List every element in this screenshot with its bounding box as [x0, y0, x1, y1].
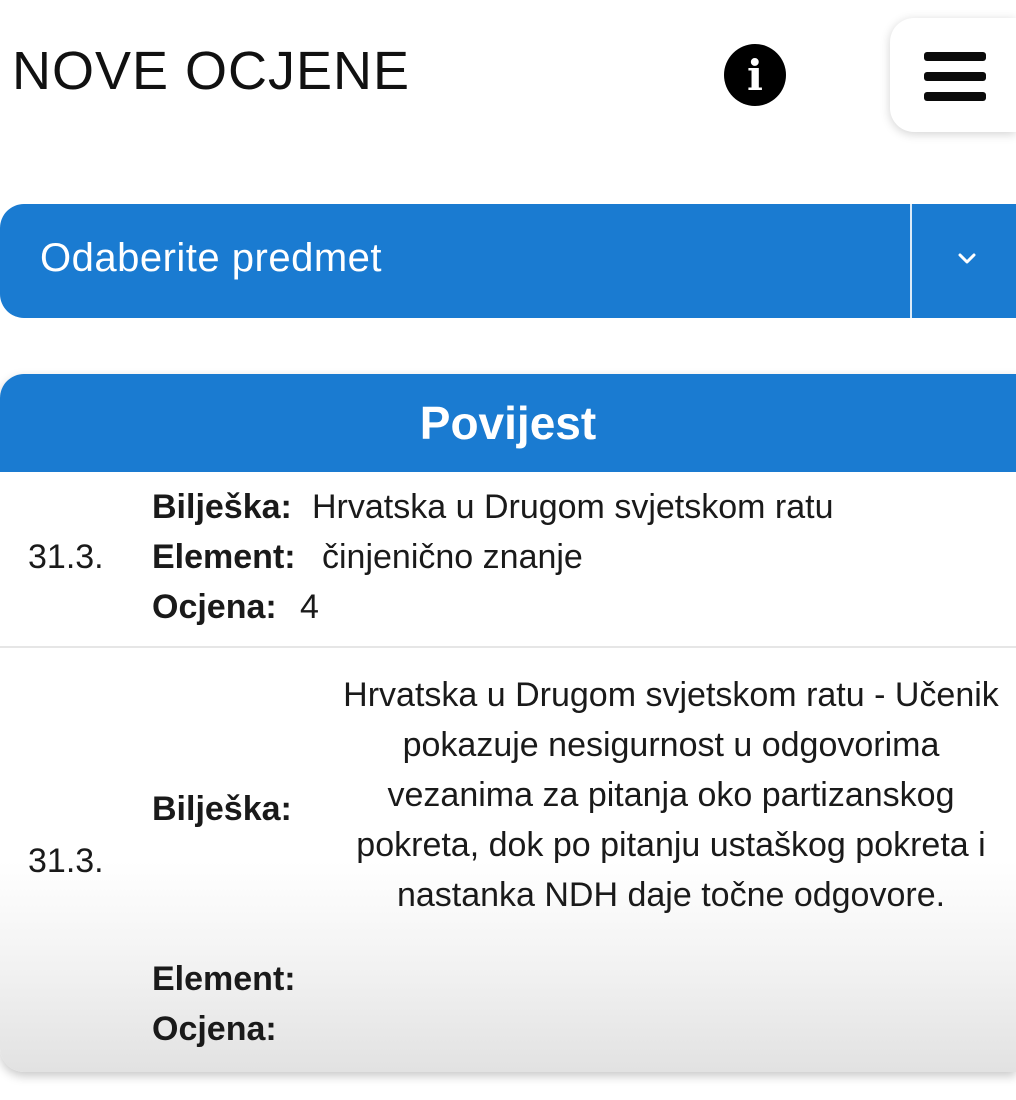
subject-grades-card: Povijest 31.3. Bilješka: Hrvatska u Drug…: [0, 374, 1016, 1072]
hamburger-menu-icon: [924, 52, 986, 61]
select-divider: [910, 204, 912, 318]
grade-label: Ocjena:: [152, 1010, 277, 1048]
grade-entry[interactable]: 31.3. Bilješka: Hrvatska u Drugom svjets…: [0, 650, 1016, 1072]
grade-value: 4: [300, 588, 319, 626]
subject-select-placeholder: Odaberite predmet: [40, 236, 383, 280]
app-header: NOVE OCJENE i: [0, 0, 1016, 150]
page-title: NOVE OCJENE: [12, 41, 411, 101]
note-value: Hrvatska u Drugom svjetskom ratu: [312, 488, 834, 526]
note-value: Hrvatska u Drugom svjetskom ratu - Učeni…: [343, 676, 999, 914]
hamburger-menu-icon-bar: [924, 72, 986, 81]
card-header: Povijest: [0, 374, 1016, 472]
info-icon[interactable]: i: [724, 44, 786, 106]
element-label: Element:: [152, 538, 296, 576]
note-label: Bilješka:: [152, 790, 292, 828]
hamburger-menu-icon-bar: [924, 92, 986, 101]
grades-page: NOVE OCJENE i Odaberite predmet Povijest…: [0, 0, 1016, 1100]
subject-title: Povijest: [419, 397, 597, 449]
subject-select[interactable]: Odaberite predmet: [0, 204, 1016, 318]
menu-button[interactable]: [890, 18, 1016, 132]
entry-date: 31.3.: [28, 538, 104, 576]
grade-entry[interactable]: 31.3. Bilješka: Hrvatska u Drugom svjets…: [0, 472, 1016, 648]
grade-label: Ocjena:: [152, 588, 277, 626]
note-label: Bilješka:: [152, 488, 292, 526]
entry-date: 31.3.: [28, 842, 104, 880]
element-value: činjenično znanje: [322, 538, 583, 576]
chevron-down-icon[interactable]: [956, 248, 978, 270]
element-label: Element:: [152, 960, 296, 998]
